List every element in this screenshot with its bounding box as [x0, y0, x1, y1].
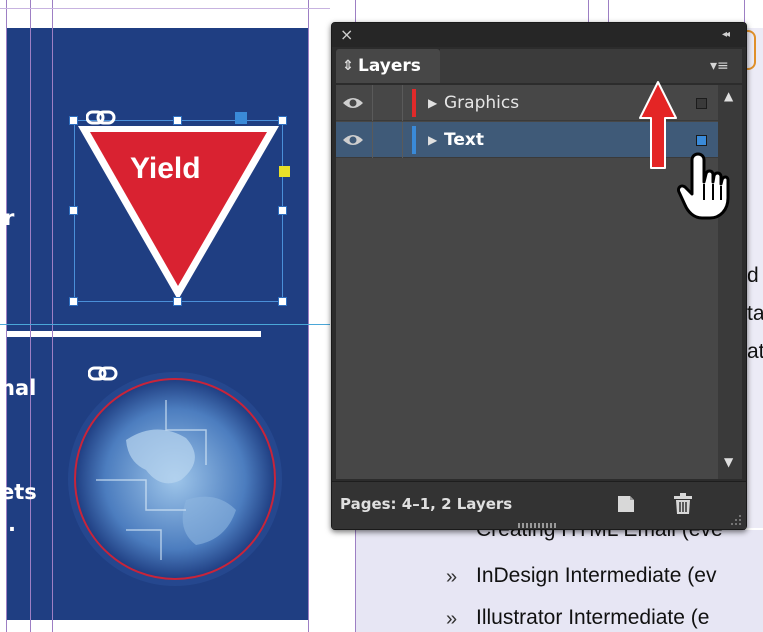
- guide-vertical: [52, 0, 53, 632]
- frame-handle[interactable]: [278, 297, 287, 306]
- layers-panel[interactable]: × ◂◂ ⇕ Layers ▾≡ ▶ Graphics ▶ Text ▲ ▼ P…: [331, 22, 747, 530]
- scroll-down-icon[interactable]: ▼: [724, 455, 733, 469]
- resize-grip-icon[interactable]: [728, 512, 742, 526]
- layer-color-swatch: [412, 126, 416, 154]
- partial-text-right: at: [747, 340, 763, 363]
- scroll-up-icon[interactable]: ▲: [724, 89, 733, 103]
- layer-list-scrollbar[interactable]: ▲ ▼: [718, 85, 742, 479]
- partial-text: .: [8, 512, 16, 536]
- column-divider: [402, 122, 403, 158]
- expand-triangle-icon[interactable]: ▶: [428, 122, 437, 158]
- layer-target-box[interactable]: [696, 135, 707, 146]
- tab-layers[interactable]: ⇕ Layers: [336, 49, 440, 83]
- frame-handle[interactable]: [173, 297, 182, 306]
- partial-text: nal: [0, 376, 37, 400]
- layer-color-swatch: [412, 89, 416, 117]
- layer-name[interactable]: Graphics: [444, 85, 519, 121]
- collapse-icon[interactable]: ◂◂: [722, 23, 730, 47]
- guide-vertical: [6, 0, 7, 632]
- layer-name[interactable]: Text: [444, 122, 484, 158]
- guide-horizontal: [0, 324, 330, 325]
- layer-target-box[interactable]: [696, 98, 707, 109]
- panel-drag-grip[interactable]: [518, 523, 558, 528]
- eye-icon[interactable]: [342, 132, 364, 148]
- frame-handle[interactable]: [278, 206, 287, 215]
- link-icon: [86, 110, 116, 125]
- annotation-arrow-icon: [639, 81, 677, 169]
- out-port-handle[interactable]: [279, 166, 290, 177]
- globe-graphic[interactable]: [66, 370, 284, 588]
- content-grabber-handle[interactable]: [235, 112, 247, 124]
- guide-vertical: [30, 0, 31, 632]
- trash-icon[interactable]: [672, 492, 694, 516]
- expand-triangle-icon[interactable]: ▶: [428, 85, 437, 121]
- link-icon: [88, 366, 118, 381]
- partial-text: r: [4, 206, 15, 230]
- tab-arrows-icon: ⇕: [342, 58, 354, 74]
- close-icon[interactable]: ×: [340, 23, 353, 47]
- list-item-text: Illustrator Intermediate (e: [476, 606, 710, 629]
- column-divider: [372, 122, 373, 158]
- eye-icon[interactable]: [342, 95, 364, 111]
- panel-title-bar[interactable]: × ◂◂: [332, 23, 746, 47]
- panel-menu-icon[interactable]: ▾≡: [710, 49, 729, 83]
- partial-text-right: d: [747, 264, 759, 287]
- frame-handle[interactable]: [173, 116, 182, 125]
- bullet-marker: »: [446, 608, 458, 630]
- guide-vertical: [308, 0, 309, 632]
- tab-label: Layers: [358, 56, 421, 76]
- yield-sign-text: Yield: [130, 152, 201, 185]
- frame-handle[interactable]: [278, 116, 287, 125]
- column-divider: [372, 85, 373, 121]
- new-layer-icon[interactable]: [616, 494, 636, 514]
- guide-horizontal: [0, 8, 330, 9]
- frame-handle[interactable]: [69, 116, 78, 125]
- list-item-text: InDesign Intermediate (ev: [476, 564, 717, 587]
- tab-strip: ▾≡: [440, 49, 742, 83]
- panel-footer: Pages: 4–1, 2 Layers: [332, 481, 746, 529]
- pages-status-text: Pages: 4–1, 2 Layers: [340, 495, 513, 513]
- white-rule: [6, 331, 261, 337]
- partial-text-right: ta: [747, 302, 763, 325]
- frame-handle[interactable]: [69, 297, 78, 306]
- yield-sign-graphic[interactable]: [74, 120, 283, 302]
- frame-handle[interactable]: [69, 206, 78, 215]
- column-divider: [402, 85, 403, 121]
- partial-text: ets: [0, 480, 37, 504]
- bullet-marker: »: [446, 566, 458, 588]
- hand-cursor-icon: [677, 152, 730, 220]
